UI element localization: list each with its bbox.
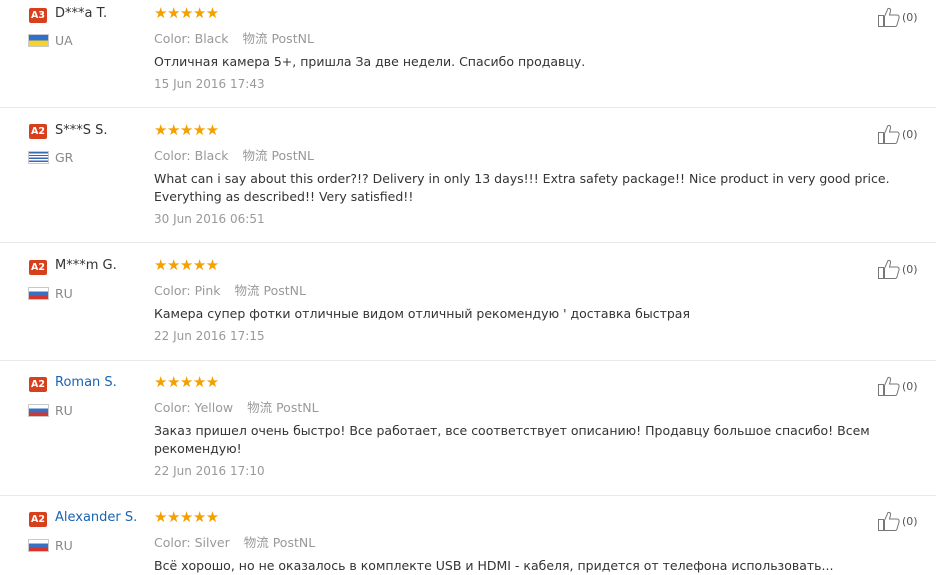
logistics-value: PostNL [271, 31, 314, 46]
helpful-count: (0) [902, 262, 918, 276]
thumbs-up-icon [878, 259, 900, 279]
logistics-value: PostNL [271, 148, 314, 163]
review-item: A2 Roman S. RU ★★★★★ Color: Yellow 物流 Po… [0, 361, 936, 496]
review-text: What can i say about this order?!? Deliv… [154, 171, 890, 204]
helpful-button[interactable]: (0) [878, 259, 918, 279]
color-value: Yellow [194, 400, 234, 415]
buyer-country: RU [55, 286, 73, 301]
review-text: Заказ пришел очень быстро! Все работает,… [154, 423, 870, 456]
thumbs-up-icon [878, 376, 900, 396]
star-rating: ★★★★★ [154, 373, 219, 391]
buyer-level-badge: A3 [29, 8, 47, 23]
helpful-button[interactable]: (0) [878, 511, 918, 531]
buyer-country: RU [55, 538, 73, 553]
logistics-label: 物流 [247, 400, 273, 415]
helpful-count: (0) [902, 514, 918, 528]
order-info: Color: Black 物流 PostNL [154, 28, 314, 47]
color-value: Black [194, 148, 229, 163]
star-rating: ★★★★★ [154, 256, 219, 274]
star-rating: ★★★★★ [154, 508, 219, 526]
review-item: A2 M***m G. RU ★★★★★ Color: Pink 物流 Post… [0, 243, 936, 361]
order-info: Color: Black 物流 PostNL [154, 145, 314, 164]
buyer-name-link[interactable]: Roman S. [55, 375, 117, 390]
flag-gr-icon [28, 151, 49, 164]
color-label: Color: [154, 31, 191, 46]
flag-ru-icon [28, 539, 49, 552]
logistics-label: 物流 [242, 31, 268, 46]
order-info: Color: Yellow 物流 PostNL [154, 397, 319, 416]
color-label: Color: [154, 148, 191, 163]
buyer-name: D***a T. [55, 6, 108, 21]
buyer-level-badge: A2 [29, 260, 47, 275]
color-value: Silver [194, 535, 230, 550]
buyer-country: GR [55, 150, 74, 165]
thumbs-up-icon [878, 7, 900, 27]
buyer-level-badge: A2 [29, 124, 47, 139]
review-date: 22 Jun 2016 17:10 [154, 464, 265, 478]
review-text: Всё хорошо, но не оказалось в комплекте … [154, 558, 834, 573]
helpful-count: (0) [902, 127, 918, 141]
helpful-count: (0) [902, 10, 918, 24]
helpful-button[interactable]: (0) [878, 7, 918, 27]
flag-ru-icon [28, 287, 49, 300]
color-label: Color: [154, 400, 191, 415]
color-value: Black [194, 31, 229, 46]
buyer-country: UA [55, 33, 73, 48]
buyer-level-badge: A2 [29, 512, 47, 527]
helpful-button[interactable]: (0) [878, 124, 918, 144]
review-item: A2 S***S S. GR ★★★★★ Color: Black 物流 Pos… [0, 108, 936, 243]
logistics-value: PostNL [272, 535, 316, 550]
buyer-country: RU [55, 403, 73, 418]
thumbs-up-icon [878, 124, 900, 144]
review-date: 15 Jun 2016 17:43 [154, 77, 265, 91]
review-date: 30 Jun 2016 06:51 [154, 212, 265, 226]
thumbs-up-icon [878, 511, 900, 531]
review-item: A3 D***a T. UA ★★★★★ Color: Black 物流 Pos… [0, 0, 936, 108]
color-value: Pink [194, 283, 221, 298]
color-label: Color: [154, 283, 191, 298]
logistics-value: PostNL [276, 400, 319, 415]
color-label: Color: [154, 535, 191, 550]
logistics-value: PostNL [263, 283, 306, 298]
review-text: Отличная камера 5+, пришла За две недели… [154, 54, 586, 69]
review-date: 22 Jun 2016 17:15 [154, 329, 265, 343]
star-rating: ★★★★★ [154, 4, 219, 22]
buyer-name: M***m G. [55, 258, 117, 273]
logistics-label: 物流 [242, 148, 268, 163]
helpful-button[interactable]: (0) [878, 376, 918, 396]
buyer-name: S***S S. [55, 123, 108, 138]
order-info: Color: Pink 物流 PostNL [154, 280, 306, 299]
logistics-label: 物流 [234, 283, 260, 298]
review-item: A2 Alexander S. RU ★★★★★ Color: Silver 物… [0, 496, 936, 575]
buyer-level-badge: A2 [29, 377, 47, 392]
logistics-label: 物流 [243, 535, 269, 550]
buyer-name-link[interactable]: Alexander S. [55, 510, 137, 525]
helpful-count: (0) [902, 379, 918, 393]
review-text: Камера супер фотки отличные видом отличн… [154, 306, 690, 321]
star-rating: ★★★★★ [154, 121, 219, 139]
flag-ru-icon [28, 404, 49, 417]
order-info: Color: Silver 物流 PostNL [154, 532, 315, 551]
flag-ua-icon [28, 34, 49, 47]
